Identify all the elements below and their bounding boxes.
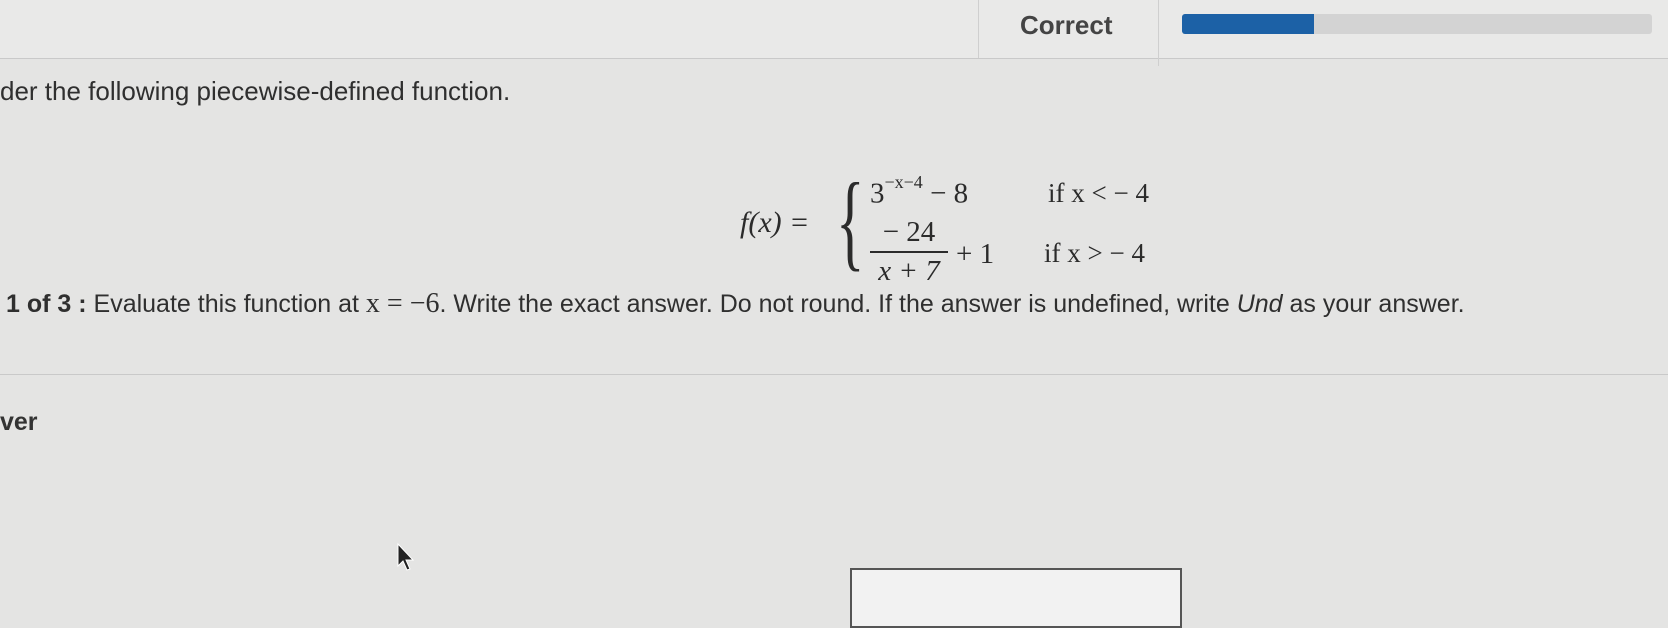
problem-intro: der the following piecewise-defined func… (0, 76, 511, 106)
case-1-condition: if x < − 4 (1048, 178, 1149, 208)
question-number: 1 of 3 : (6, 290, 87, 318)
mouse-cursor-icon (397, 542, 415, 571)
case-2-tail: + 1 (956, 238, 995, 270)
question-text: 1 of 3 : Evaluate this function at x = −… (6, 288, 1465, 320)
case-2-denominator: x + 7 (878, 255, 940, 287)
section-divider (0, 374, 1668, 375)
question-math: x = −6 (365, 288, 440, 319)
case-2-condition: if x > − 4 (1044, 238, 1145, 268)
left-brace: { (836, 162, 865, 281)
case-1-tail: − 8 (922, 177, 969, 210)
case-1-exponent: −x−4 (884, 172, 923, 192)
case-1-expression: 3−x−4 − 8 (870, 172, 969, 211)
question-text-before: Evaluate this function at (86, 290, 366, 318)
function-lhs: f(x) = (740, 206, 810, 239)
question-und: Und (1236, 290, 1283, 318)
piecewise-function: f(x) = { 3−x−4 − 8 if x < − 4 − 24 x + 7… (740, 168, 1210, 290)
question-text-after: . Write the exact answer. Do not round. … (439, 290, 1237, 318)
answer-input[interactable] (850, 568, 1182, 628)
answer-label: ver (0, 408, 38, 436)
status-label: Correct (1020, 10, 1113, 40)
case-2-numerator: − 24 (870, 216, 948, 253)
progress-bar (1182, 14, 1652, 34)
case-1-base: 3 (870, 177, 885, 210)
top-bar-divider (1158, 0, 1159, 66)
top-bar: Correct (0, 0, 1668, 66)
top-bar-divider (978, 0, 979, 58)
progress-fill (1182, 14, 1314, 34)
case-2-fraction: − 24 x + 7 (870, 216, 948, 288)
question-text-end: as your answer. (1282, 290, 1465, 318)
